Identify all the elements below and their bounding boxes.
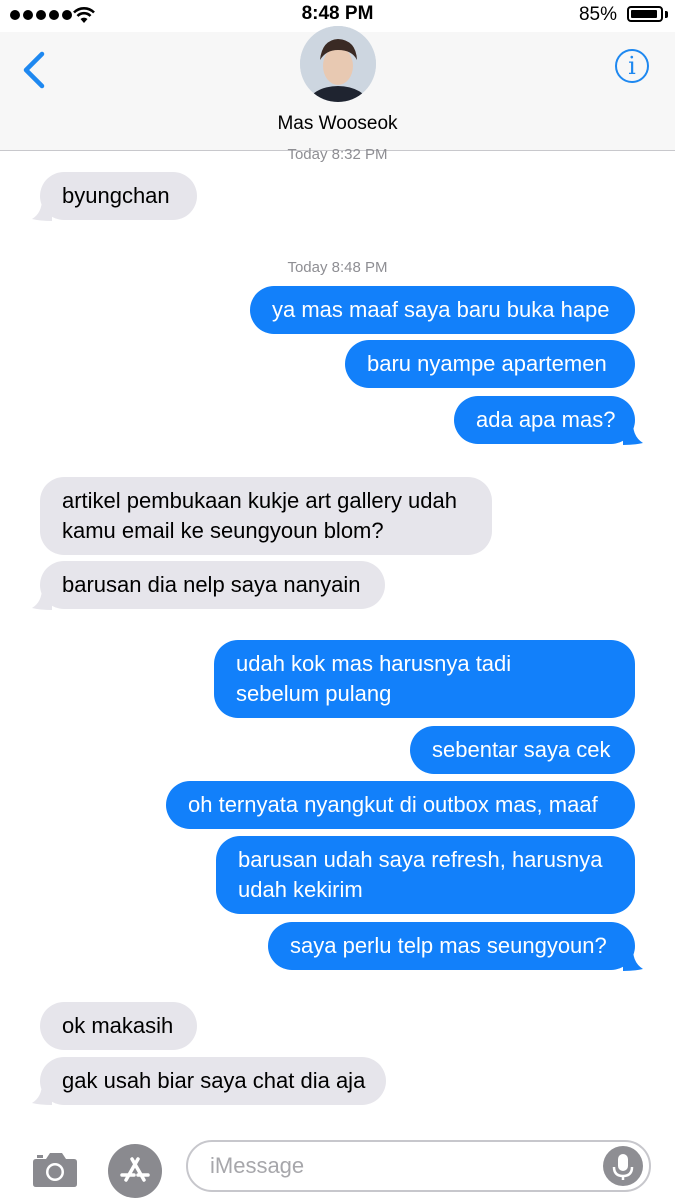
outgoing-message[interactable]: barusan udah saya refresh, harusnya udah… [216, 836, 635, 914]
clock: 8:48 PM [301, 3, 374, 24]
bubble-tail [32, 199, 52, 221]
back-chevron-icon[interactable] [20, 50, 50, 90]
info-icon[interactable]: i [615, 49, 649, 83]
outgoing-message[interactable]: ada apa mas? [454, 396, 635, 444]
bubble-tail [32, 1083, 52, 1105]
timestamp: Today 8:48 PM [287, 259, 388, 276]
conversation-header: Mas Wooseok i [0, 26, 675, 151]
microphone-icon[interactable] [603, 1146, 643, 1186]
contact-avatar[interactable] [300, 26, 376, 102]
outgoing-message[interactable]: udah kok mas harusnya tadi sebelum pulan… [214, 640, 635, 718]
battery-tip [665, 11, 668, 18]
bubble-tail [32, 588, 52, 610]
outgoing-message[interactable]: sebentar saya cek [410, 726, 635, 774]
incoming-message[interactable]: gak usah biar saya chat dia aja [40, 1057, 386, 1105]
imessage-input[interactable]: iMessage [186, 1140, 651, 1192]
bubble-tail [623, 949, 643, 971]
contact-name[interactable]: Mas Wooseok [0, 113, 675, 135]
imessage-placeholder: iMessage [210, 1153, 305, 1178]
composer-bar: iMessage [0, 1130, 675, 1200]
incoming-message[interactable]: ok makasih [40, 1002, 197, 1050]
app-store-icon[interactable] [108, 1144, 162, 1198]
incoming-message[interactable]: byungchan [40, 172, 197, 220]
battery-percentage: 85% [578, 4, 617, 25]
incoming-message[interactable]: barusan dia nelp saya nanyain [40, 561, 385, 609]
camera-icon[interactable] [32, 1150, 78, 1188]
outgoing-message[interactable]: oh ternyata nyangkut di outbox mas, maaf [166, 781, 635, 829]
battery-icon [627, 6, 663, 22]
bubble-tail [623, 423, 643, 445]
outgoing-message[interactable]: ya mas maaf saya baru buka hape [250, 286, 635, 334]
timestamp: Today 8:32 PM [287, 146, 388, 163]
outgoing-message[interactable]: saya perlu telp mas seungyoun? [268, 922, 635, 970]
incoming-message[interactable]: artikel pembukaan kukje art gallery udah… [40, 477, 492, 555]
outgoing-message[interactable]: baru nyampe apartemen [345, 340, 635, 388]
